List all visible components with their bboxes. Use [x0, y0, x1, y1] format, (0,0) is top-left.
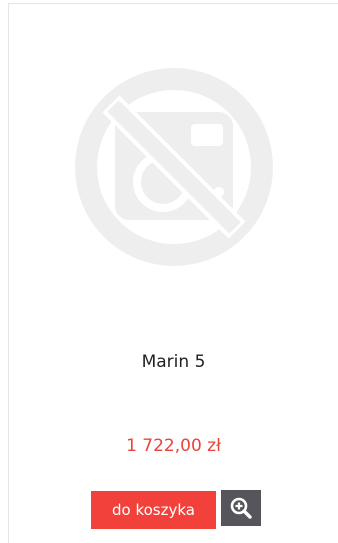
- no-photo-icon: [75, 68, 273, 266]
- product-price: 1 722,00 zł: [126, 436, 221, 456]
- zoom-in-icon: [230, 497, 252, 519]
- product-title[interactable]: Marin 5: [9, 352, 338, 372]
- zoom-button[interactable]: [221, 490, 261, 526]
- product-card: Marin 5 1 722,00 zł do koszyka: [8, 3, 338, 543]
- product-image[interactable]: [71, 64, 277, 270]
- add-to-cart-button[interactable]: do koszyka: [91, 491, 216, 529]
